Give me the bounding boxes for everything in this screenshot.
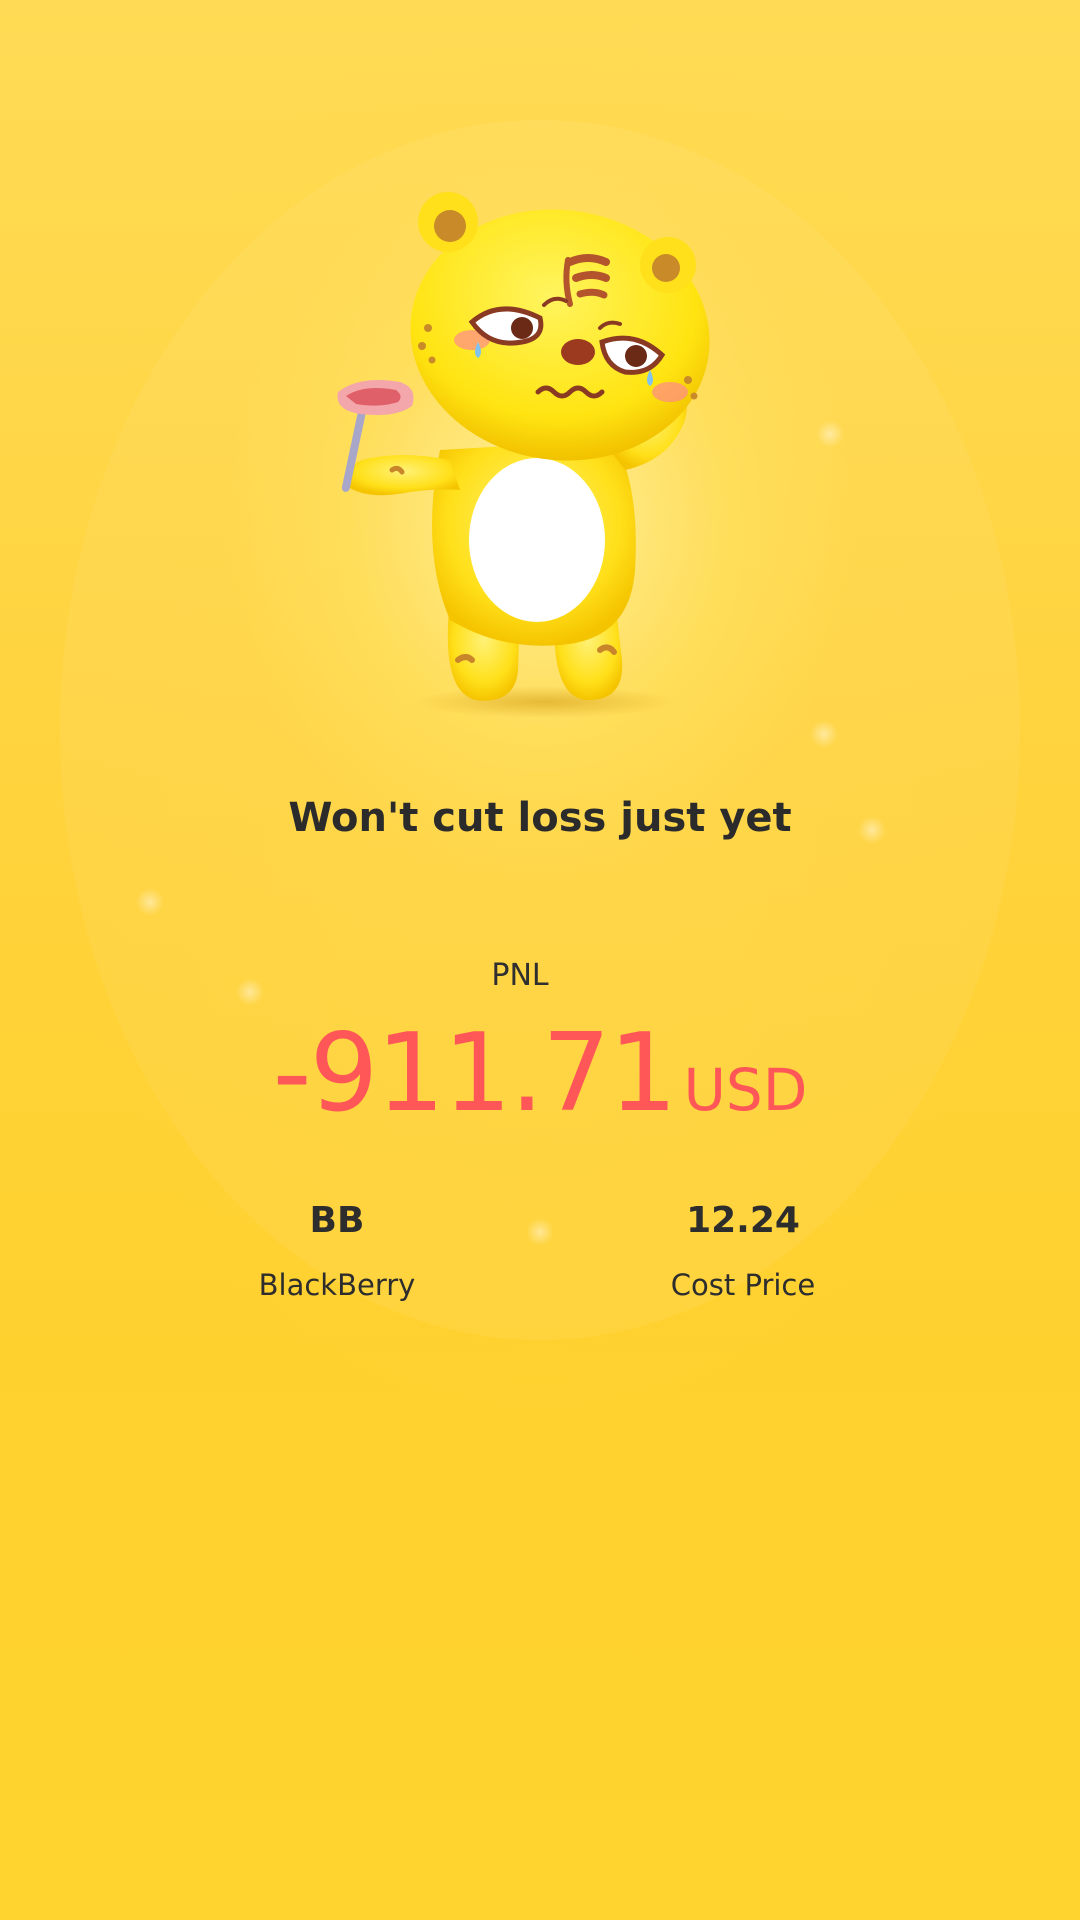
sparkle	[810, 720, 838, 748]
pnl-unit: USD	[683, 1056, 808, 1124]
sparkle	[136, 888, 164, 916]
cost-price-value: 12.24	[686, 1200, 800, 1241]
sparkle	[816, 420, 844, 448]
stock-info: BB BlackBerry	[177, 1200, 497, 1302]
headline: Won't cut loss just yet	[288, 795, 792, 841]
sparkle	[526, 1218, 554, 1246]
tiger-mascot-icon	[337, 192, 710, 718]
stock-name: BlackBerry	[258, 1268, 416, 1302]
pnl-label: PNL	[491, 958, 549, 993]
cost-info: 12.24 Cost Price	[583, 1200, 903, 1302]
pnl-amount: -911.71 USD	[0, 1020, 1080, 1128]
pnl-value: -911.71	[272, 1011, 678, 1136]
cost-price-label: Cost Price	[670, 1268, 816, 1302]
stock-symbol: BB	[309, 1200, 365, 1241]
